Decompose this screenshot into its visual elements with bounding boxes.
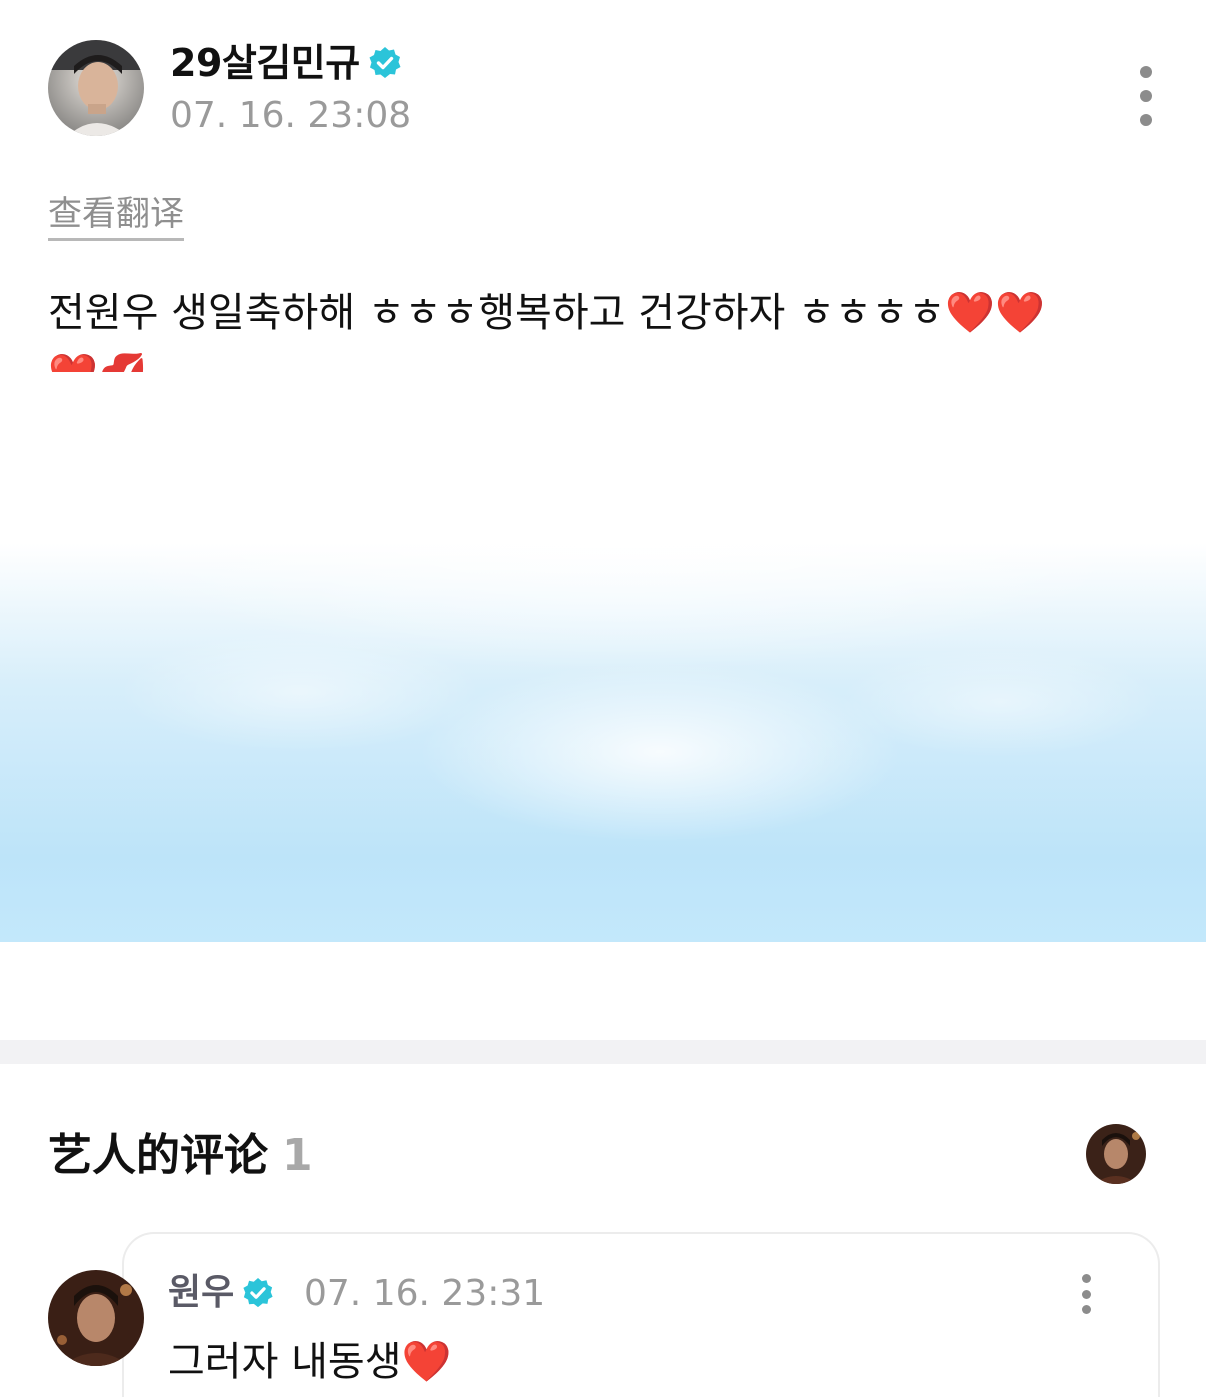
more-dot [1140, 90, 1152, 102]
artist-comments-title-text: 艺人的评论 [48, 1130, 268, 1181]
post-detail-page: 29살김민규 07. 16. 23:08 查看翻译 전원우 생일축하해 ㅎㅎㅎ행… [0, 0, 1206, 1397]
heart-emoji-pair: ❤️❤️ [945, 290, 1045, 336]
artist-comments-count: 1 [282, 1130, 313, 1181]
more-dot [1140, 114, 1152, 126]
more-dot [1140, 66, 1152, 78]
translate-link[interactable]: 查看翻译 [48, 192, 184, 241]
more-vertical-icon[interactable] [1134, 66, 1158, 126]
more-dot [1081, 1289, 1091, 1299]
author-name-text[interactable]: 29살김민규 [170, 40, 360, 86]
more-dot [1081, 1274, 1091, 1283]
comment-text: 그러자 내동생❤️ [168, 1334, 451, 1390]
comment-timestamp: 07. 16. 23:31 [304, 1273, 546, 1314]
verified-badge-icon [243, 1277, 273, 1308]
comment-author[interactable]: 원우 [168, 1270, 274, 1316]
author-avatar[interactable] [48, 40, 144, 136]
artist-avatar-small[interactable] [1086, 1124, 1146, 1184]
heart-emoji: ❤️ [401, 1339, 452, 1385]
post-image[interactable] [0, 372, 1206, 992]
comment-text-body: 그러자 내동생 [168, 1339, 402, 1385]
verified-badge-icon [369, 47, 401, 78]
artist-comments-header: 艺人的评论 1 [48, 1124, 1148, 1188]
post-header: 29살김민규 07. 16. 23:08 [48, 40, 1158, 140]
comment-author-name[interactable]: 원우 [168, 1270, 234, 1316]
post-timestamp: 07. 16. 23:08 [170, 95, 412, 136]
section-divider [0, 1040, 1206, 1064]
more-dot [1081, 1305, 1091, 1314]
post-text: 전원우 생일축하해 ㅎㅎㅎ행복하고 건강하자 ㅎㅎㅎㅎ [48, 290, 946, 336]
comment-author-avatar[interactable] [48, 1270, 144, 1366]
author-name[interactable]: 29살김민규 [170, 40, 402, 86]
comment-more-vertical-icon[interactable] [1078, 1274, 1094, 1314]
artist-comments-title: 艺人的评论 1 [48, 1128, 313, 1184]
